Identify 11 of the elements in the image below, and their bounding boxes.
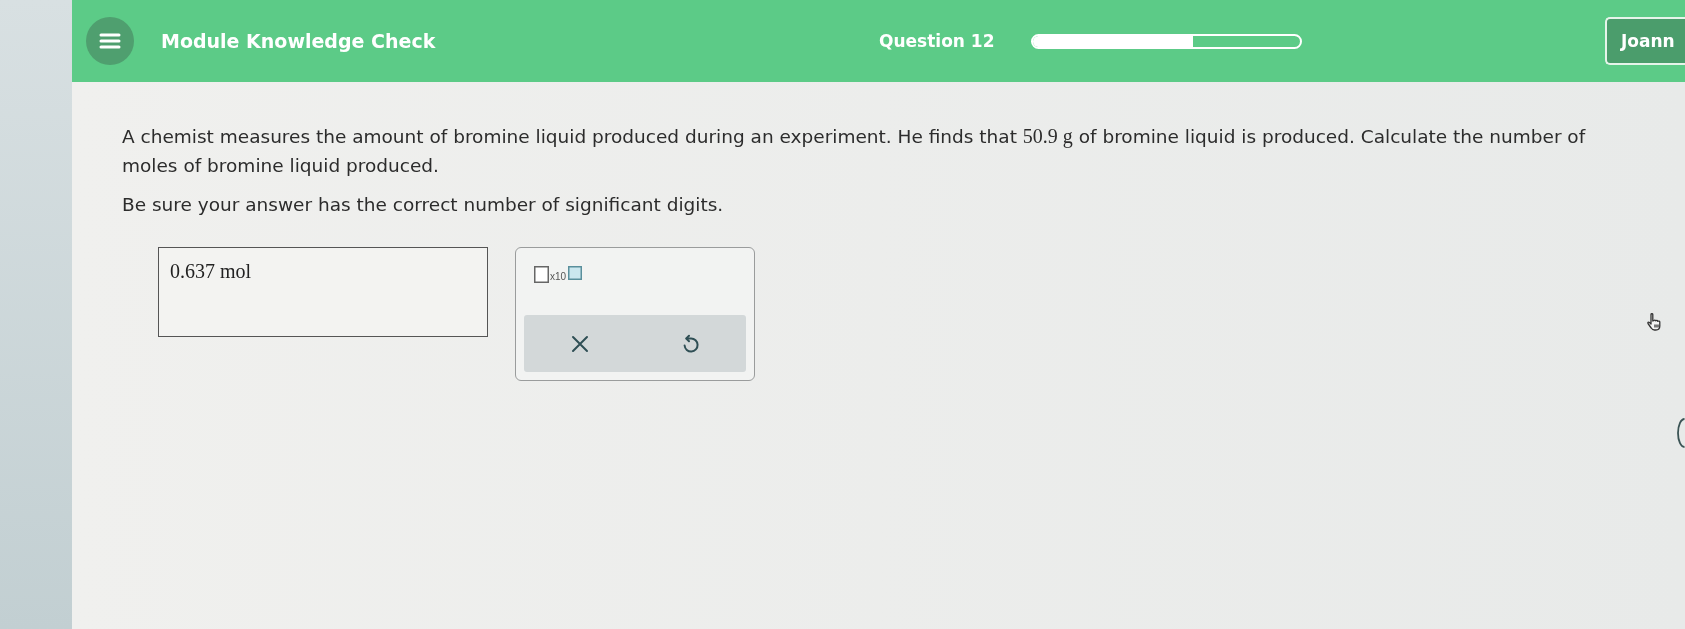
exponent-box-icon <box>568 266 583 280</box>
close-icon <box>569 333 590 354</box>
question-label: Question 12 <box>879 31 994 51</box>
scientific-notation-button[interactable]: x10 <box>534 266 583 283</box>
menu-button[interactable] <box>86 17 134 65</box>
instruction-text: Be sure your answer has the correct number of significant digits. <box>122 193 725 217</box>
module-title: Module Knowledge Check <box>161 30 437 52</box>
answer-field[interactable]: 0.637 mol <box>158 247 488 337</box>
question-text: A chemist measures the amount of bromine liquid produced during an experiment. He finds that 50.9 g of bromine liquid is produced. Calculate the number of moles of bromine liquid produced. <box>122 124 1587 178</box>
menu-icon <box>99 32 121 50</box>
base-box-icon <box>534 266 549 283</box>
